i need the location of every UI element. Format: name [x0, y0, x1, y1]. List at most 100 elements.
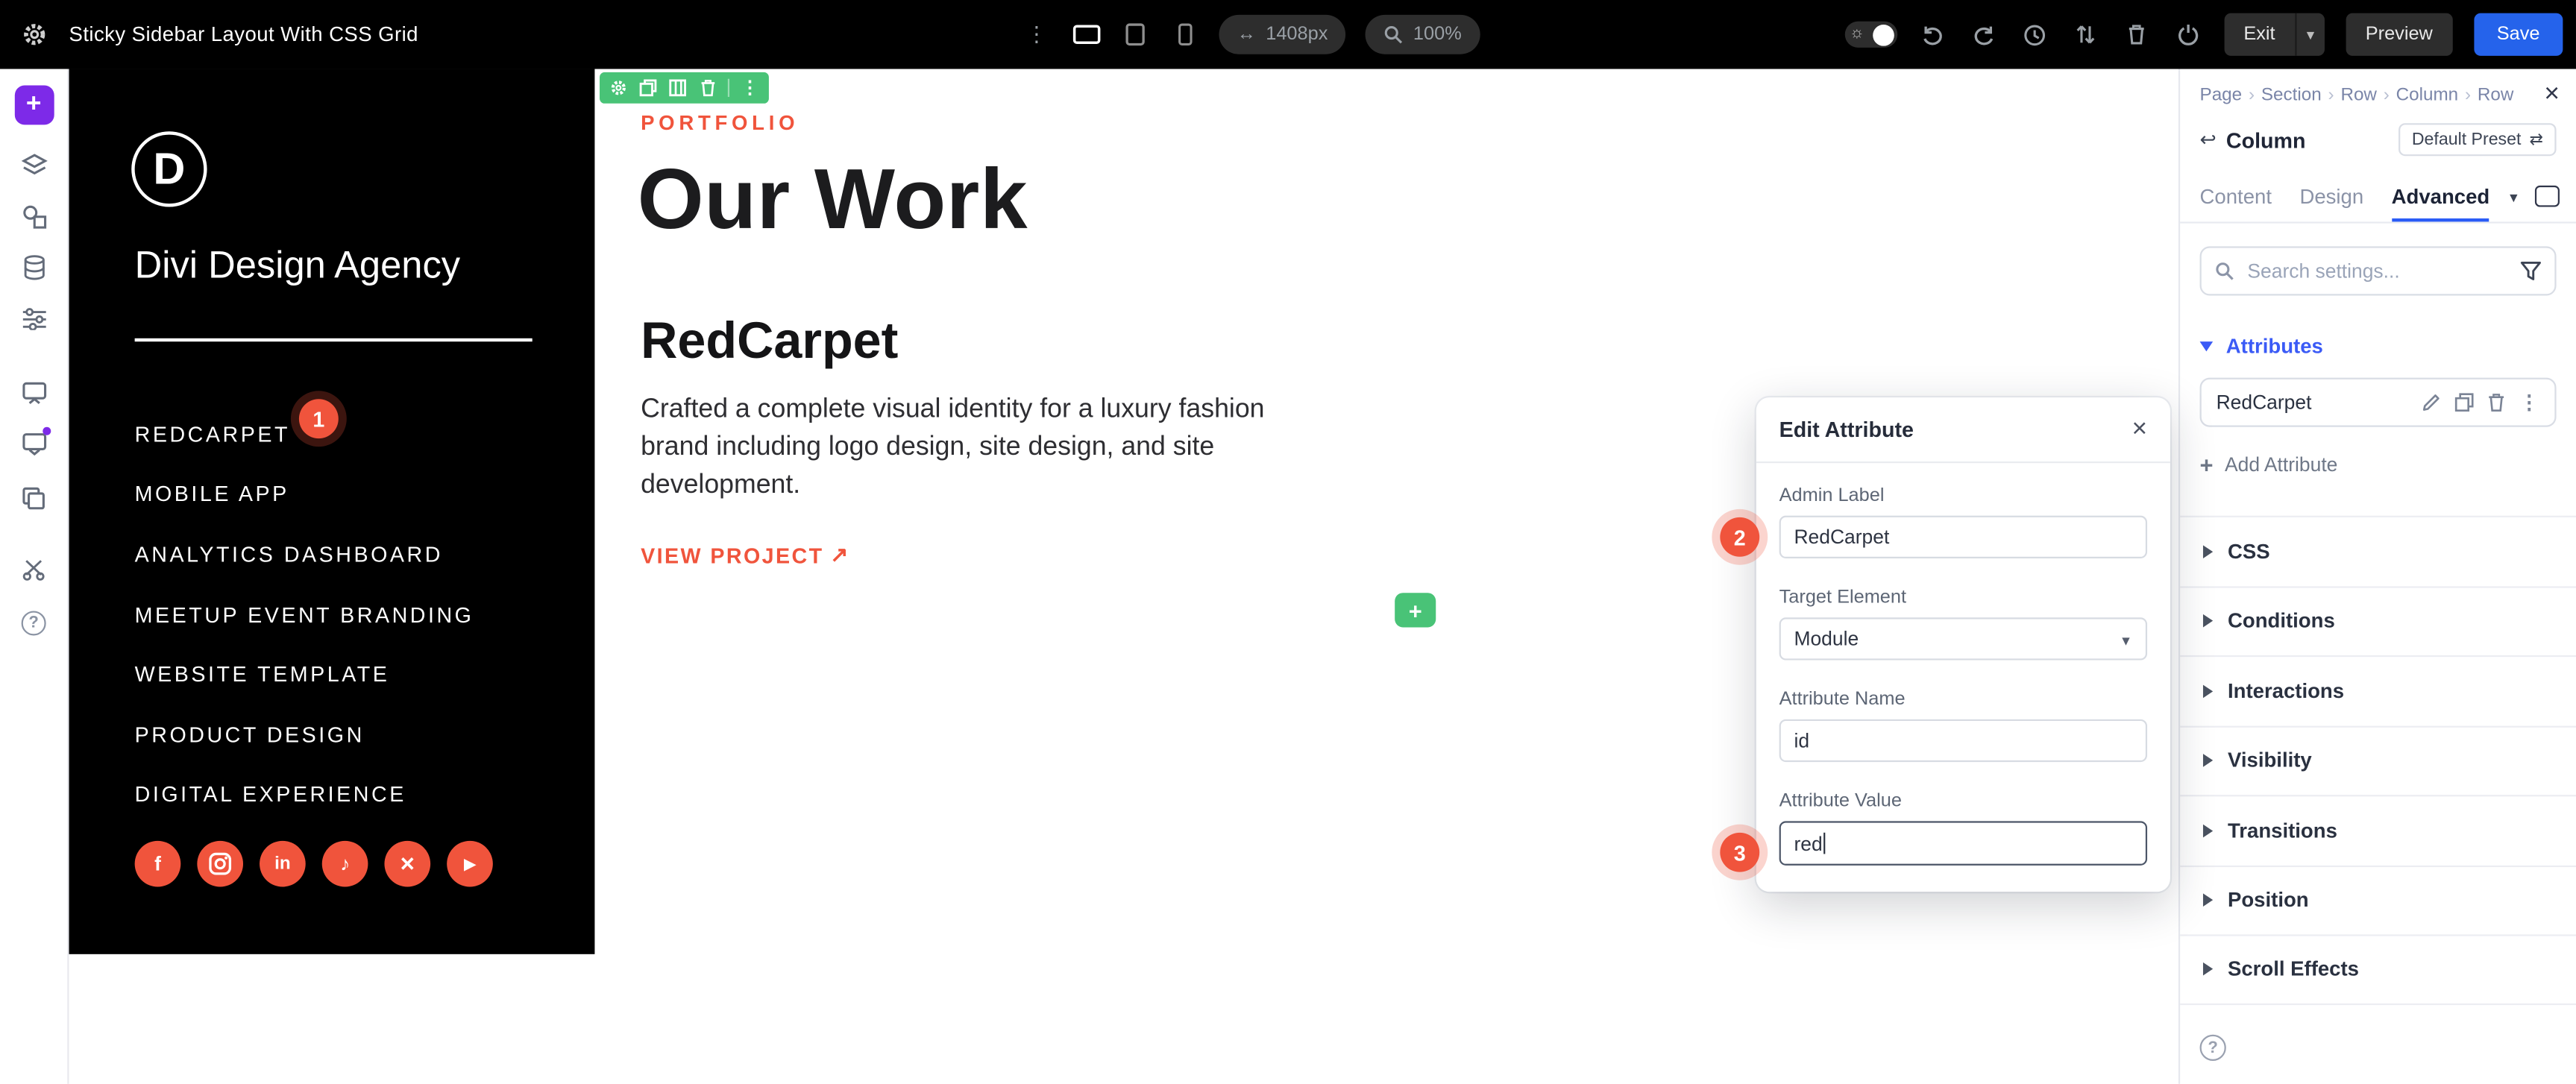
delete-trash-icon[interactable]: [2486, 391, 2507, 413]
breadcrumb-page[interactable]: Page: [2200, 86, 2243, 105]
target-element-select[interactable]: Module ▼: [1779, 617, 2147, 660]
section-visibility[interactable]: Visibility: [2180, 725, 2576, 795]
section-label: Conditions: [2228, 610, 2335, 633]
linkedin-icon[interactable]: in: [260, 841, 306, 887]
section-label: Transitions: [2228, 819, 2337, 842]
module-sync-alt-icon[interactable]: [19, 430, 47, 458]
notification-dot: [43, 427, 51, 435]
instagram-icon[interactable]: [197, 841, 243, 887]
step-badge-3: 3: [1720, 833, 1759, 872]
x-icon[interactable]: ×: [384, 841, 430, 887]
breadcrumb-section[interactable]: Section: [2242, 86, 2322, 105]
power-portability-icon[interactable]: [2173, 19, 2203, 49]
modal-close-icon[interactable]: ×: [2132, 416, 2147, 442]
save-button[interactable]: Save: [2474, 13, 2563, 56]
panel-close-icon[interactable]: ×: [2544, 82, 2560, 108]
redo-icon[interactable]: [1970, 19, 1999, 49]
menu-item-product-design[interactable]: PRODUCT DESIGN: [135, 705, 474, 765]
module-duplicate-icon[interactable]: [639, 79, 657, 97]
tab-content[interactable]: Content: [2200, 171, 2272, 221]
breadcrumb-row[interactable]: Row: [2322, 86, 2377, 105]
expand-panel-icon[interactable]: [2535, 186, 2560, 207]
duplicate-icon[interactable]: [2453, 391, 2475, 413]
desktop-view-icon[interactable]: [1071, 19, 1101, 49]
module-sync-icon[interactable]: [19, 379, 47, 407]
edit-attribute-modal: Edit Attribute × Admin Label Target Elem…: [1756, 397, 2170, 892]
database-icon[interactable]: [19, 253, 47, 280]
portfolio-eyebrow: PORTFOLIO: [641, 112, 799, 135]
design-shapes-icon[interactable]: [19, 202, 47, 230]
item-kebab-icon[interactable]: ⋮: [2519, 391, 2540, 413]
zoom-control[interactable]: 100%: [1366, 15, 1480, 54]
section-conditions[interactable]: Conditions: [2180, 585, 2576, 655]
module-bar-divider: [728, 79, 729, 97]
attributes-header-label: Attributes: [2226, 335, 2323, 358]
modal-body: Admin Label Target Element Module ▼ Attr…: [1756, 463, 2170, 892]
tab-advanced[interactable]: Advanced: [2392, 171, 2490, 221]
zoom-magnifier-icon: [1383, 25, 1403, 44]
settings-panel: × Page Section Row Column Row ↩ Column D…: [2178, 69, 2576, 1084]
section-transitions[interactable]: Transitions: [2180, 795, 2576, 865]
section-scroll-effects[interactable]: Scroll Effects: [2180, 934, 2576, 1004]
back-arrow-icon[interactable]: ↩: [2200, 128, 2217, 151]
module-kebab-icon[interactable]: ⋮: [741, 79, 758, 97]
exit-button[interactable]: Exit ▼: [2224, 13, 2325, 56]
collapsed-triangle-icon: [2203, 545, 2213, 558]
module-action-bar: ⋮: [600, 72, 769, 104]
scissors-icon[interactable]: [19, 555, 47, 583]
module-settings-gear-icon[interactable]: [609, 79, 627, 97]
attributes-section-header[interactable]: Attributes: [2200, 335, 2557, 358]
module-layout-grid-icon[interactable]: [669, 79, 687, 97]
facebook-icon[interactable]: f: [135, 841, 181, 887]
view-project-link[interactable]: VIEW PROJECT ↗: [641, 542, 850, 568]
history-clock-icon[interactable]: [2020, 19, 2050, 49]
preview-label: Preview: [2346, 25, 2452, 44]
panel-help-icon[interactable]: ?: [2200, 1035, 2226, 1061]
kebab-menu-icon[interactable]: ⋮: [1022, 19, 1052, 49]
attribute-name-input[interactable]: [1779, 719, 2147, 762]
layers-icon[interactable]: [19, 151, 47, 179]
reorder-layers-icon[interactable]: [2071, 19, 2101, 49]
templates-icon[interactable]: [19, 485, 47, 512]
phone-view-icon[interactable]: [1169, 19, 1199, 49]
exit-dropdown-caret-icon[interactable]: ▼: [2295, 13, 2325, 56]
canvas-width-control[interactable]: ↔ 1408px: [1219, 15, 1345, 54]
section-position[interactable]: Position: [2180, 865, 2576, 935]
search-settings-input[interactable]: [2244, 258, 2510, 284]
element-header-row: ↩ Column Default Preset ⇄: [2200, 119, 2557, 161]
default-preset-button[interactable]: Default Preset ⇄: [2398, 123, 2556, 156]
section-interactions[interactable]: Interactions: [2180, 655, 2576, 725]
sliders-icon[interactable]: [19, 304, 47, 332]
undo-icon[interactable]: [1918, 19, 1948, 49]
edit-pencil-icon[interactable]: [2420, 391, 2442, 413]
toolbar-help-icon[interactable]: ?: [19, 609, 47, 637]
add-module-button[interactable]: +: [1395, 593, 1436, 627]
menu-item-meetup-event-branding[interactable]: MEETUP EVENT BRANDING: [135, 584, 474, 645]
menu-item-analytics-dashboard[interactable]: ANALYTICS DASHBOARD: [135, 524, 474, 584]
preview-button[interactable]: Preview: [2346, 13, 2452, 56]
admin-label-input[interactable]: [1779, 516, 2147, 558]
site-brand: Divi Design Agency: [135, 243, 460, 287]
tablet-view-icon[interactable]: [1120, 19, 1150, 49]
section-css[interactable]: CSS: [2180, 516, 2576, 586]
menu-item-mobile-app[interactable]: MOBILE APP: [135, 464, 474, 524]
breadcrumb-row-2[interactable]: Row: [2458, 86, 2513, 105]
attribute-list-item[interactable]: RedCarpet ⋮: [2200, 378, 2557, 427]
add-element-button[interactable]: +: [14, 86, 54, 125]
add-attribute-button[interactable]: + Add Attribute: [2200, 453, 2557, 476]
menu-item-website-template[interactable]: WEBSITE TEMPLATE: [135, 644, 474, 705]
select-caret-icon: ▼: [2120, 634, 2132, 649]
tiktok-icon[interactable]: ♪: [322, 841, 368, 887]
tab-design[interactable]: Design: [2299, 171, 2363, 221]
menu-item-digital-experience[interactable]: DIGITAL EXPERIENCE: [135, 765, 474, 825]
responsive-width-icon: ↔: [1237, 25, 1256, 44]
module-trash-icon[interactable]: [698, 79, 716, 97]
builder-settings-gear-icon[interactable]: [19, 19, 49, 49]
attribute-value-input[interactable]: red: [1779, 821, 2147, 865]
trash-icon[interactable]: [2122, 19, 2152, 49]
breadcrumb-column[interactable]: Column: [2377, 86, 2458, 105]
theme-toggle[interactable]: ☼: [1844, 22, 1897, 48]
youtube-icon[interactable]: ▶: [447, 841, 493, 887]
tabs-caret-icon[interactable]: ▼: [2507, 191, 2520, 206]
filter-funnel-icon[interactable]: [2520, 261, 2542, 280]
